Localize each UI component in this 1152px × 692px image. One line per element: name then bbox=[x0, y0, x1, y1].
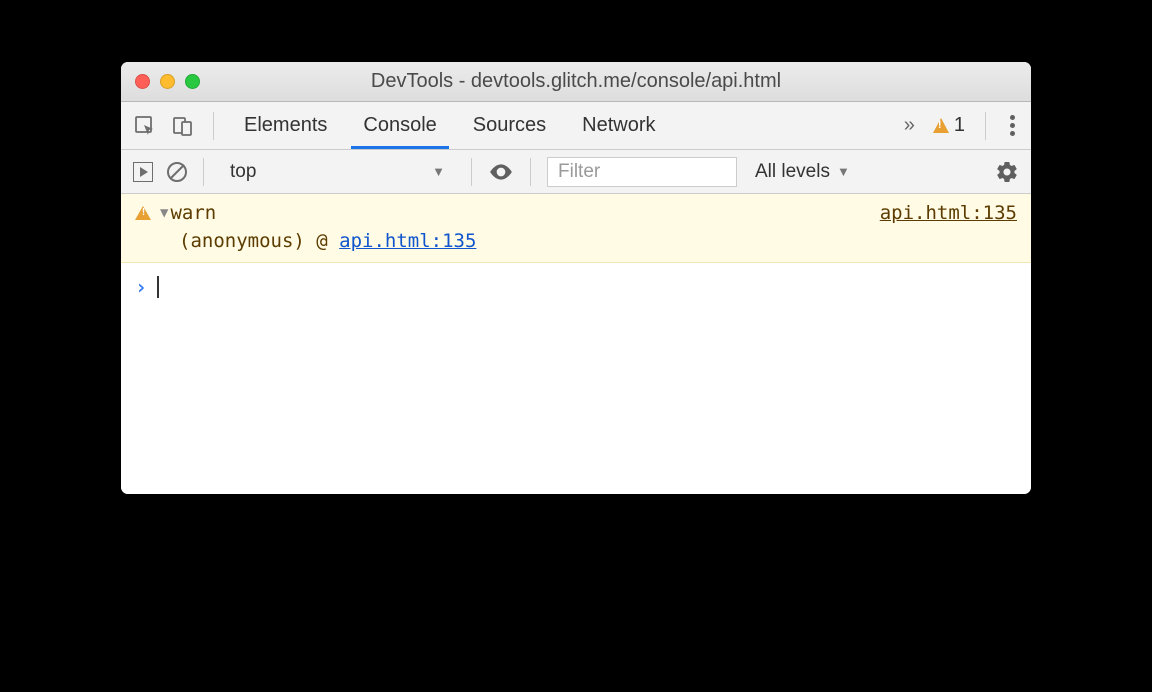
panel-tabs: Elements Console Sources Network bbox=[226, 102, 674, 149]
filter-input[interactable] bbox=[547, 157, 737, 187]
tab-console[interactable]: Console bbox=[345, 102, 454, 149]
close-window-button[interactable] bbox=[135, 74, 150, 89]
zoom-window-button[interactable] bbox=[185, 74, 200, 89]
main-tabbar: Elements Console Sources Network » 1 bbox=[121, 102, 1031, 150]
devtools-window: DevTools - devtools.glitch.me/console/ap… bbox=[121, 62, 1031, 494]
stack-frame-label: (anonymous) @ bbox=[179, 230, 339, 252]
log-message-text: warn bbox=[170, 202, 216, 224]
prompt-chevron-icon: › bbox=[135, 275, 147, 299]
window-title: DevTools - devtools.glitch.me/console/ap… bbox=[121, 70, 1031, 93]
minimize-window-button[interactable] bbox=[160, 74, 175, 89]
toggle-console-sidebar-icon[interactable] bbox=[133, 162, 153, 182]
titlebar[interactable]: DevTools - devtools.glitch.me/console/ap… bbox=[121, 62, 1031, 102]
warning-icon bbox=[933, 118, 949, 133]
source-link[interactable]: api.html:135 bbox=[880, 202, 1017, 224]
disclosure-triangle-icon[interactable]: ▼ bbox=[160, 205, 168, 221]
more-tabs-icon[interactable]: » bbox=[904, 114, 915, 137]
stack-frame-link[interactable]: api.html:135 bbox=[339, 230, 476, 252]
warnings-count-badge[interactable]: 1 bbox=[933, 114, 965, 137]
separator bbox=[203, 158, 204, 186]
chevron-down-icon: ▼ bbox=[432, 164, 445, 179]
warning-icon bbox=[135, 206, 151, 220]
console-output: ▼ warn api.html:135 (anonymous) @ api.ht… bbox=[121, 194, 1031, 494]
separator bbox=[985, 112, 986, 140]
console-toolbar: top ▼ All levels ▼ bbox=[121, 150, 1031, 194]
separator bbox=[213, 112, 214, 140]
console-message-warning: ▼ warn api.html:135 (anonymous) @ api.ht… bbox=[121, 194, 1031, 263]
stack-trace: (anonymous) @ api.html:135 bbox=[135, 224, 1017, 252]
execution-context-selector[interactable]: top ▼ bbox=[220, 157, 455, 187]
chevron-down-icon: ▼ bbox=[837, 164, 850, 179]
tab-sources[interactable]: Sources bbox=[455, 102, 564, 149]
separator bbox=[530, 158, 531, 186]
console-settings-icon[interactable] bbox=[995, 160, 1019, 184]
separator bbox=[471, 158, 472, 186]
window-controls bbox=[135, 74, 200, 89]
clear-console-icon[interactable] bbox=[167, 162, 187, 182]
tab-elements[interactable]: Elements bbox=[226, 102, 345, 149]
log-levels-selector[interactable]: All levels ▼ bbox=[755, 161, 850, 183]
tab-network[interactable]: Network bbox=[564, 102, 673, 149]
live-expression-icon[interactable] bbox=[488, 159, 514, 185]
customize-menu-icon[interactable] bbox=[1006, 111, 1019, 140]
console-prompt[interactable]: › bbox=[121, 263, 1031, 311]
device-toolbar-icon[interactable] bbox=[171, 114, 195, 138]
text-cursor bbox=[157, 276, 159, 298]
inspect-element-icon[interactable] bbox=[133, 114, 157, 138]
